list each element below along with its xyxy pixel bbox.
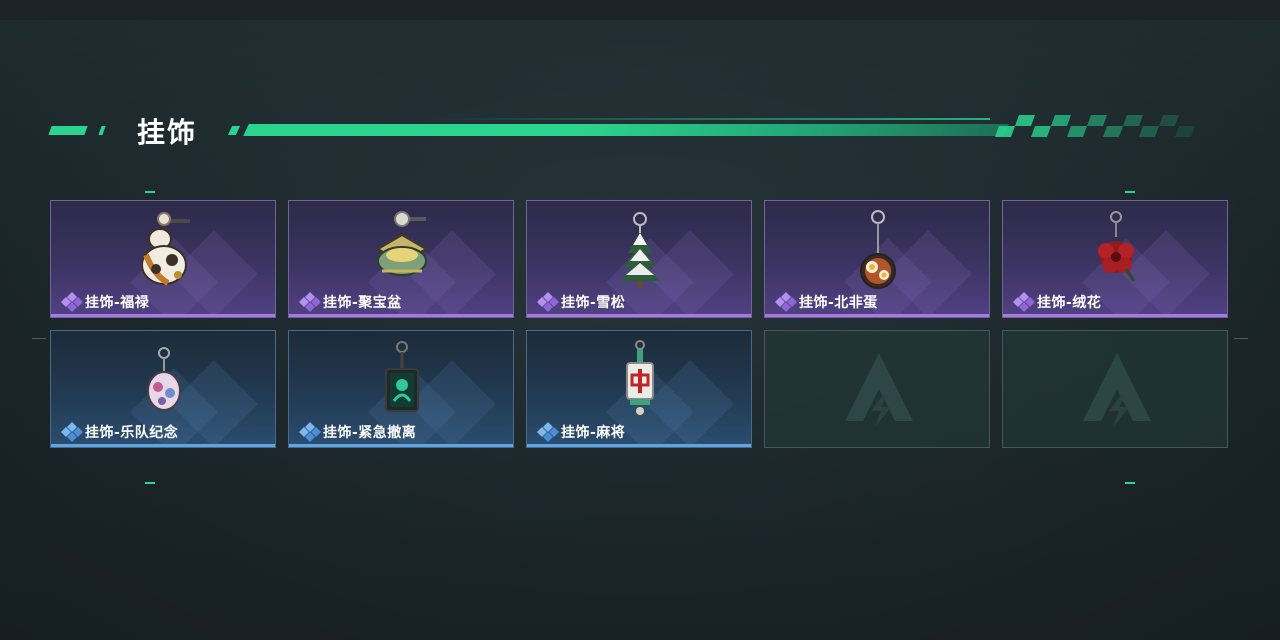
charm-card-fulu[interactable]: 挂饰-福禄 xyxy=(50,200,276,318)
frame-tick xyxy=(1125,482,1135,484)
frame-tick xyxy=(145,191,155,193)
charm-card-beifeidan[interactable]: 挂饰-北非蛋 xyxy=(764,200,990,318)
card-label: 挂饰-乐队纪念 xyxy=(61,421,178,443)
header-accent-dash xyxy=(48,126,88,135)
game-logo-icon xyxy=(845,353,913,427)
rarity-bar xyxy=(527,314,751,317)
frame-tick xyxy=(145,482,155,484)
band-badge-charm-icon xyxy=(147,347,181,411)
rarity-diamond-icon xyxy=(775,292,797,312)
empty-slot xyxy=(764,330,990,448)
rarity-bar xyxy=(289,314,513,317)
item-name: 挂饰-绒花 xyxy=(1037,295,1102,311)
card-label: 挂饰-紧急撤离 xyxy=(299,421,416,443)
mahjong-tile-charm-icon xyxy=(626,340,654,415)
item-name: 挂饰-乐队纪念 xyxy=(85,425,179,441)
item-name: 挂饰-紧急撤离 xyxy=(323,425,417,441)
velvet-flower-charm-icon xyxy=(1098,211,1136,282)
header-accent-bar xyxy=(243,124,1009,136)
emergency-evac-charm-icon xyxy=(385,341,419,412)
charm-card-mahjong[interactable]: 挂饰-麻将 xyxy=(526,330,752,448)
item-name: 挂饰-雪松 xyxy=(561,295,626,311)
header-accent-line xyxy=(430,118,990,120)
header-accent-dash xyxy=(98,126,106,135)
snowy-pine-charm-icon xyxy=(620,212,660,287)
card-label: 挂饰-聚宝盆 xyxy=(299,291,402,313)
card-label: 挂饰-麻将 xyxy=(537,421,625,443)
section-header: 挂饰 xyxy=(0,105,1280,155)
top-strip xyxy=(0,0,1280,20)
card-label: 挂饰-福禄 xyxy=(61,291,149,313)
game-logo-icon xyxy=(1083,353,1151,427)
frame-tick xyxy=(1125,191,1135,193)
item-name: 挂饰-聚宝盆 xyxy=(323,295,402,311)
side-marker xyxy=(1234,338,1248,339)
rarity-bar xyxy=(289,444,513,447)
treasure-bowl-charm-icon xyxy=(376,211,428,276)
rarity-bar xyxy=(51,444,275,447)
rarity-diamond-icon xyxy=(537,292,559,312)
charm-card-emergency-evac[interactable]: 挂饰-紧急撤离 xyxy=(288,330,514,448)
rarity-diamond-icon xyxy=(299,292,321,312)
charm-card-jubaopen[interactable]: 挂饰-聚宝盆 xyxy=(288,200,514,318)
card-label: 挂饰-绒花 xyxy=(1013,291,1101,313)
card-label: 挂饰-北非蛋 xyxy=(775,291,878,313)
side-marker xyxy=(32,338,46,339)
card-label: 挂饰-雪松 xyxy=(537,291,625,313)
charm-card-ronghua[interactable]: 挂饰-绒花 xyxy=(1002,200,1228,318)
gourd-charm-icon xyxy=(141,212,190,286)
charm-card-xuesong[interactable]: 挂饰-雪松 xyxy=(526,200,752,318)
rarity-diamond-icon xyxy=(1013,292,1035,312)
charm-grid: 挂饰-福禄 挂饰-聚宝盆 挂饰-雪松 挂饰-北非蛋 挂饰-绒花 挂饰-乐队纪念 … xyxy=(50,200,1230,450)
header-accent-dash xyxy=(227,126,241,135)
shakshuka-charm-icon xyxy=(860,210,896,289)
item-name: 挂饰-北非蛋 xyxy=(799,295,878,311)
empty-slot xyxy=(1002,330,1228,448)
rarity-bar xyxy=(765,314,989,317)
rarity-diamond-icon xyxy=(61,292,83,312)
item-name: 挂饰-福禄 xyxy=(85,295,150,311)
rarity-bar xyxy=(1003,314,1227,317)
rarity-diamond-icon xyxy=(61,422,83,442)
rarity-bar xyxy=(527,444,751,447)
page-title: 挂饰 xyxy=(137,116,198,149)
header-checker-pattern xyxy=(995,115,1195,137)
charm-card-band-memorial[interactable]: 挂饰-乐队纪念 xyxy=(50,330,276,448)
rarity-bar xyxy=(51,314,275,317)
rarity-diamond-icon xyxy=(537,422,559,442)
rarity-diamond-icon xyxy=(299,422,321,442)
item-name: 挂饰-麻将 xyxy=(561,425,626,441)
